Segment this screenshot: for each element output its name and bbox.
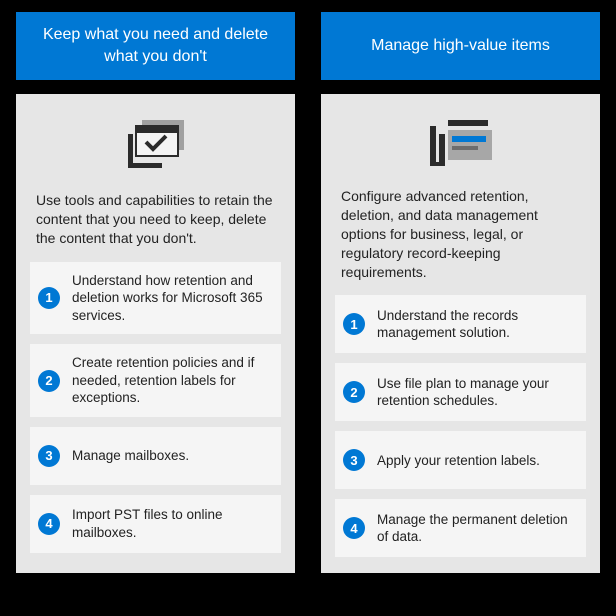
step-keep-4: 4 Import PST files to online mailboxes. [30, 495, 281, 553]
step-number: 2 [343, 381, 365, 403]
step-text: Apply your retention labels. [377, 452, 540, 470]
step-number: 4 [38, 513, 60, 535]
step-number: 3 [343, 449, 365, 471]
step-keep-3: 3 Manage mailboxes. [30, 427, 281, 485]
step-number: 3 [38, 445, 60, 467]
header-manage-title: Manage high-value items [371, 35, 550, 57]
header-keep: Keep what you need and delete what you d… [16, 12, 295, 80]
step-number: 1 [38, 287, 60, 309]
header-keep-title: Keep what you need and delete what you d… [34, 24, 277, 67]
step-text: Manage mailboxes. [72, 447, 189, 465]
step-manage-3: 3 Apply your retention labels. [335, 431, 586, 489]
header-manage: Manage high-value items [321, 12, 600, 80]
step-manage-1: 1 Understand the records management solu… [335, 295, 586, 353]
column-keep: Keep what you need and delete what you d… [16, 12, 295, 573]
step-number: 1 [343, 313, 365, 335]
step-keep-1: 1 Understand how retention and deletion … [30, 262, 281, 335]
step-manage-4: 4 Manage the permanent deletion of data. [335, 499, 586, 557]
body-manage: Configure advanced retention, deletion, … [321, 94, 600, 573]
step-text: Manage the permanent deletion of data. [377, 511, 574, 546]
step-text: Use file plan to manage your retention s… [377, 375, 574, 410]
steps-manage: 1 Understand the records management solu… [335, 295, 586, 557]
step-text: Understand the records management soluti… [377, 307, 574, 342]
desc-manage: Configure advanced retention, deletion, … [335, 187, 586, 295]
step-manage-2: 2 Use file plan to manage your retention… [335, 363, 586, 421]
diagram-container: Keep what you need and delete what you d… [0, 0, 616, 589]
column-manage: Manage high-value items Configure advanc… [321, 12, 600, 573]
records-list-icon [335, 116, 586, 187]
step-number: 2 [38, 370, 60, 392]
step-text: Understand how retention and deletion wo… [72, 272, 269, 325]
step-keep-2: 2 Create retention policies and if neede… [30, 344, 281, 417]
step-number: 4 [343, 517, 365, 539]
check-window-icon [30, 116, 281, 191]
step-text: Import PST files to online mailboxes. [72, 506, 269, 541]
desc-keep: Use tools and capabilities to retain the… [30, 191, 281, 262]
steps-keep: 1 Understand how retention and deletion … [30, 262, 281, 553]
step-text: Create retention policies and if needed,… [72, 354, 269, 407]
body-keep: Use tools and capabilities to retain the… [16, 94, 295, 573]
